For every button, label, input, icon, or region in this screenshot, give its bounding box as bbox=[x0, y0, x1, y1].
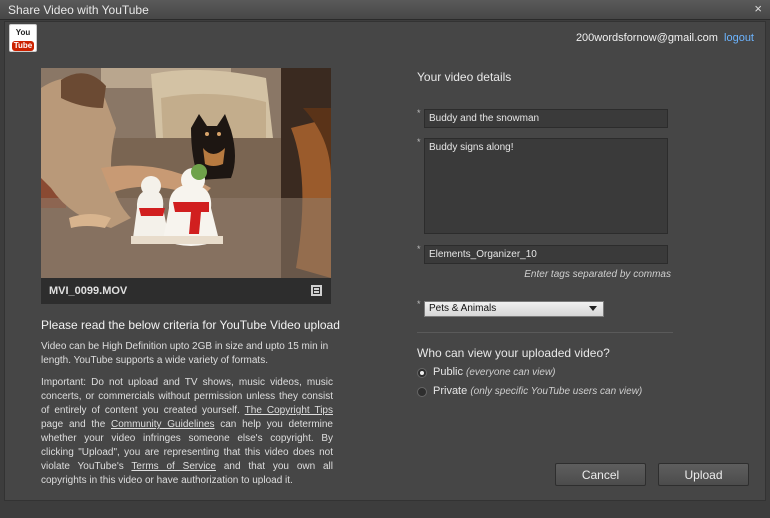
privacy-public-label-group: Public (everyone can view) bbox=[433, 366, 556, 378]
youtube-logo-you: You bbox=[15, 28, 31, 37]
privacy-private-hint: (only specific YouTube users can view) bbox=[470, 386, 643, 397]
video-description-input[interactable]: Buddy signs along! bbox=[424, 138, 668, 234]
important-text-part-2: page and the bbox=[41, 419, 106, 430]
account-info: 200wordsfornow@gmail.com logout bbox=[576, 32, 754, 44]
required-marker: * bbox=[417, 299, 421, 309]
logout-link[interactable]: logout bbox=[724, 32, 754, 44]
privacy-private-label-group: Private (only specific YouTube users can… bbox=[433, 385, 642, 397]
video-thumbnail[interactable] bbox=[41, 68, 331, 278]
privacy-public-radio[interactable]: Public (everyone can view) bbox=[417, 366, 557, 380]
close-icon[interactable]: × bbox=[754, 2, 762, 16]
radio-selected-icon[interactable] bbox=[417, 368, 427, 378]
category-selected-value: Pets & Animals bbox=[429, 303, 497, 314]
criteria-important-text: Important: Do not upload and TV shows, m… bbox=[41, 376, 333, 488]
criteria-size-text: Video can be High Definition upto 2GB in… bbox=[41, 341, 329, 366]
video-tags-input[interactable] bbox=[424, 245, 668, 264]
privacy-heading: Who can view your uploaded video? bbox=[417, 346, 610, 360]
privacy-private-radio[interactable]: Private (only specific YouTube users can… bbox=[417, 385, 657, 399]
required-marker: * bbox=[417, 137, 421, 147]
film-strip-icon bbox=[311, 285, 322, 296]
video-details-heading: Your video details bbox=[417, 70, 512, 84]
account-email: 200wordsfornow@gmail.com bbox=[575, 32, 718, 44]
video-thumbnail-image bbox=[41, 68, 331, 278]
radio-unselected-icon[interactable] bbox=[417, 387, 427, 397]
window-title: Share Video with YouTube bbox=[8, 3, 149, 17]
category-select[interactable]: Pets & Animals bbox=[424, 301, 604, 317]
chevron-down-icon bbox=[589, 306, 597, 311]
video-info-bar: MVI_0099.MOV bbox=[41, 278, 331, 304]
video-title-input[interactable] bbox=[424, 109, 668, 128]
privacy-private-label: Private bbox=[433, 385, 468, 397]
youtube-logo: You Tube bbox=[9, 24, 37, 52]
divider bbox=[417, 332, 673, 333]
privacy-public-hint: (everyone can view) bbox=[466, 367, 556, 378]
terms-of-service-link[interactable]: Terms of Service bbox=[131, 461, 216, 472]
community-guidelines-link[interactable]: Community Guidelines bbox=[111, 419, 215, 430]
tags-hint: Enter tags separated by commas bbox=[524, 269, 671, 280]
title-bar: Share Video with YouTube × bbox=[0, 0, 770, 20]
video-preview: MVI_0099.MOV bbox=[41, 68, 331, 304]
upload-button[interactable]: Upload bbox=[658, 463, 749, 486]
copyright-tips-link[interactable]: The Copyright Tips bbox=[245, 405, 333, 416]
video-filename: MVI_0099.MOV bbox=[49, 285, 128, 297]
youtube-logo-tube: Tube bbox=[11, 41, 35, 51]
required-marker: * bbox=[417, 244, 421, 254]
criteria-heading: Please read the below criteria for YouTu… bbox=[41, 318, 340, 332]
required-marker: * bbox=[417, 108, 421, 118]
cancel-button[interactable]: Cancel bbox=[555, 463, 646, 486]
privacy-public-label: Public bbox=[433, 366, 463, 378]
